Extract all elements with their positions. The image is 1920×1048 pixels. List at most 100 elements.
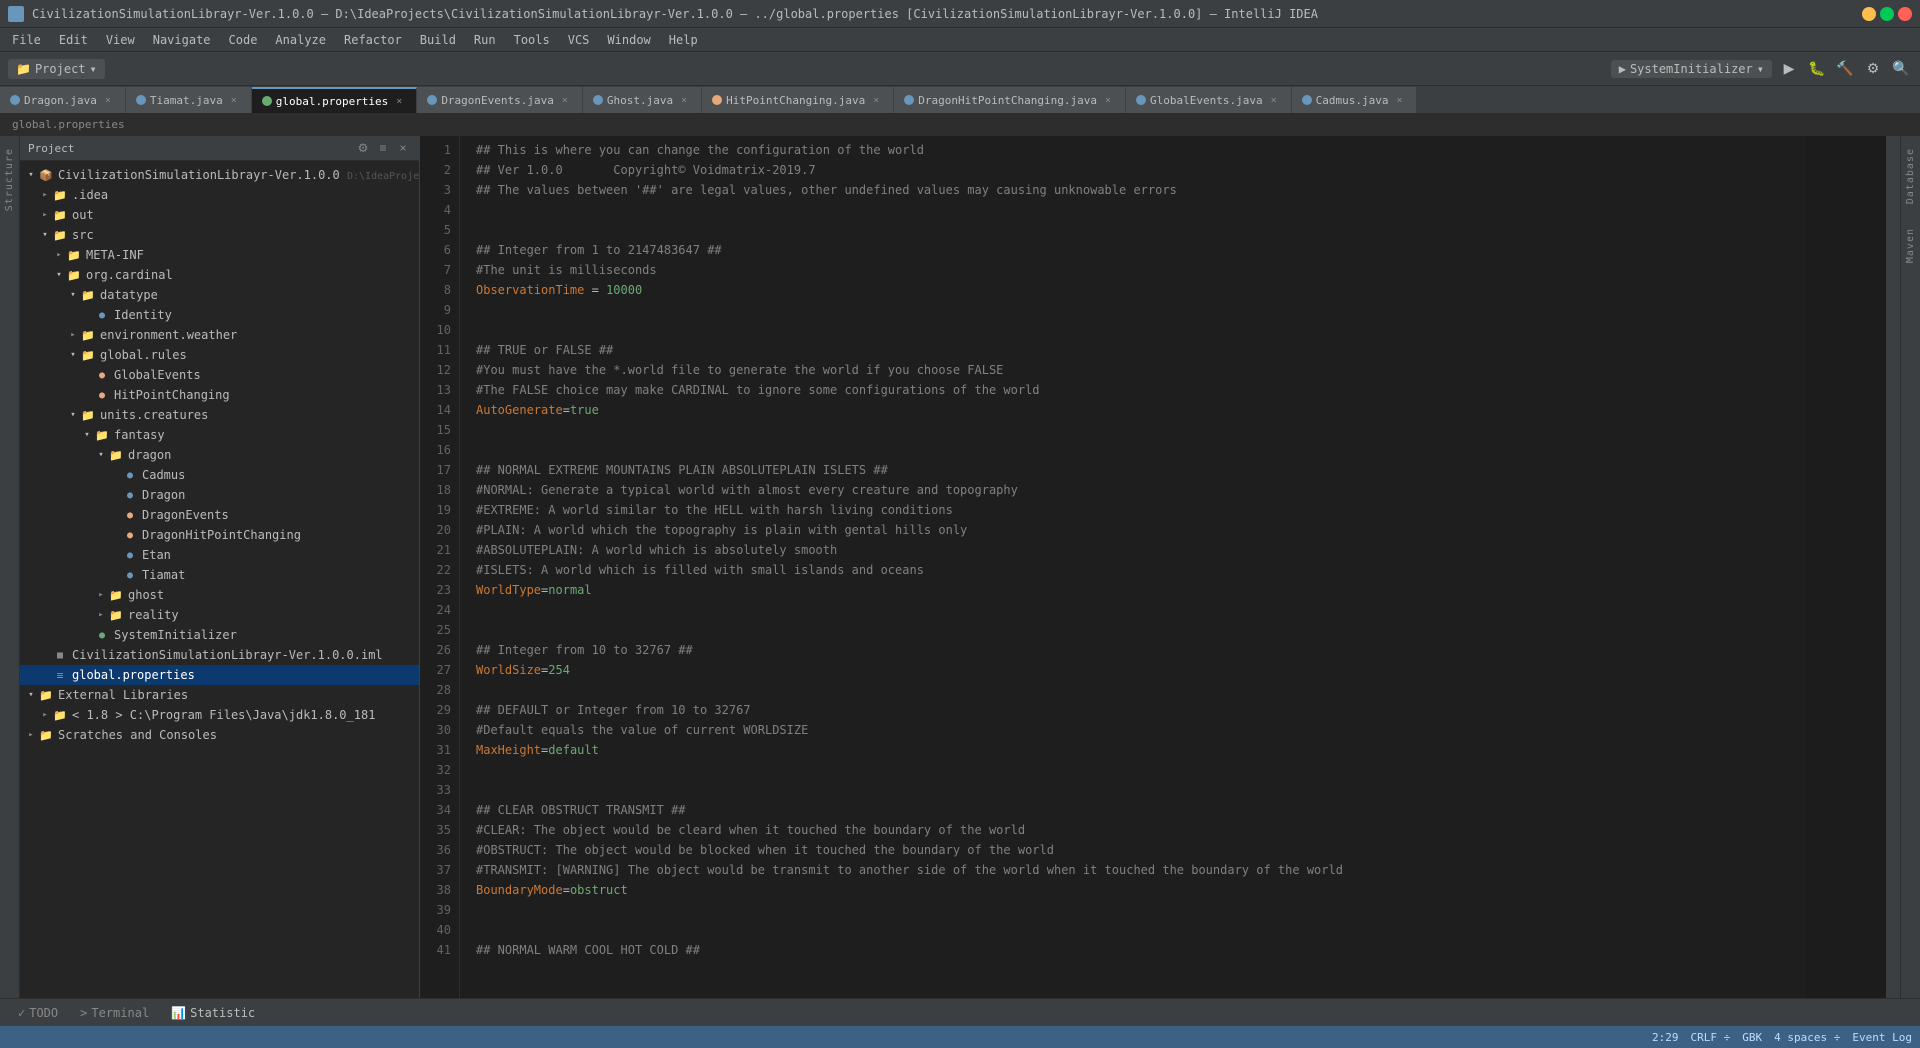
build-button[interactable]: 🔨 [1834,58,1856,80]
menu-item-window[interactable]: Window [599,31,658,49]
code-view[interactable]: ## This is where you can change the conf… [460,136,1806,998]
tree-item-2[interactable]: ▸📁out [20,205,419,225]
tree-item-26[interactable]: ▾📁External Libraries [20,685,419,705]
tab-close-7[interactable]: × [1267,93,1281,107]
comment-text-3: ## The values between '##' are legal val… [476,183,1177,197]
menu-item-edit[interactable]: Edit [51,31,96,49]
tree-item-9[interactable]: ▾📁global.rules [20,345,419,365]
menu-item-build[interactable]: Build [412,31,464,49]
tree-arrow-16 [108,488,122,502]
menu-item-tools[interactable]: Tools [506,31,558,49]
debug-button[interactable]: 🐛 [1806,58,1828,80]
val-27: 254 [548,663,570,677]
sidebar-action-1[interactable]: ⚙ [355,140,371,156]
tree-item-11[interactable]: ●HitPointChanging [20,385,419,405]
tab-8[interactable]: Cadmus.java× [1292,87,1418,113]
tree-label-16: Dragon [142,488,185,502]
menu-item-refactor[interactable]: Refactor [336,31,410,49]
tab-close-6[interactable]: × [1101,93,1115,107]
menu-item-help[interactable]: Help [661,31,706,49]
tree-icon-24: ■ [52,647,68,663]
menu-item-file[interactable]: File [4,31,49,49]
tree-item-15[interactable]: ●Cadmus [20,465,419,485]
tree-item-7[interactable]: ●Identity [20,305,419,325]
maven-tab[interactable]: Maven [1903,224,1918,267]
settings-button[interactable]: ⚙ [1862,58,1884,80]
tree-item-20[interactable]: ●Tiamat [20,565,419,585]
tree-item-25[interactable]: ≡global.properties [20,665,419,685]
close-button[interactable] [1898,7,1912,21]
tree-item-24[interactable]: ■CivilizationSimulationLibrayr-Ver.1.0.0… [20,645,419,665]
maximize-button[interactable] [1880,7,1894,21]
tab-close-4[interactable]: × [677,93,691,107]
tree-item-27[interactable]: ▸📁< 1.8 > C:\Program Files\Java\jdk1.8.0… [20,705,419,725]
run-config-selector[interactable]: ▶ SystemInitializer ▾ [1611,60,1772,78]
database-tab[interactable]: Database [1903,144,1918,208]
line-num-31: 31 [428,740,451,760]
line-num-8: 8 [428,280,451,300]
line-num-28: 28 [428,680,451,700]
sidebar: Project ⚙ ≡ × ▾📦CivilizationSimulationLi… [20,136,420,998]
tab-icon-4 [593,95,603,105]
menu-item-run[interactable]: Run [466,31,504,49]
event-log[interactable]: Event Log [1852,1031,1912,1044]
tree-arrow-25 [38,668,52,682]
file-tree: ▾📦CivilizationSimulationLibrayr-Ver.1.0.… [20,161,419,998]
code-line-38: BoundaryMode=obstruct [460,880,1806,900]
tree-label-10: GlobalEvents [114,368,201,382]
tree-item-4[interactable]: ▸📁META-INF [20,245,419,265]
tree-arrow-6: ▾ [66,288,80,302]
tree-item-22[interactable]: ▸📁reality [20,605,419,625]
tree-item-23[interactable]: ●SystemInitializer [20,625,419,645]
tree-item-17[interactable]: ●DragonEvents [20,505,419,525]
minimize-button[interactable] [1862,7,1876,21]
bottom-tab-todo[interactable]: ✓TODO [8,1003,68,1023]
tree-item-28[interactable]: ▸📁Scratches and Consoles [20,725,419,745]
tree-item-21[interactable]: ▸📁ghost [20,585,419,605]
tree-item-12[interactable]: ▾📁units.creatures [20,405,419,425]
bottom-tab-terminal[interactable]: >Terminal [70,1003,159,1023]
tree-item-1[interactable]: ▸📁.idea [20,185,419,205]
sidebar-action-3[interactable]: × [395,140,411,156]
code-line-8: ObservationTime = 10000 [460,280,1806,300]
tab-3[interactable]: DragonEvents.java× [417,87,583,113]
tree-item-3[interactable]: ▾📁src [20,225,419,245]
run-button[interactable]: ▶ [1778,58,1800,80]
tab-close-1[interactable]: × [227,93,241,107]
menu-item-view[interactable]: View [98,31,143,49]
search-button[interactable]: 🔍 [1890,58,1912,80]
tab-5[interactable]: HitPointChanging.java× [702,87,894,113]
tree-arrow-18 [108,528,122,542]
tab-4[interactable]: Ghost.java× [583,87,702,113]
tree-item-6[interactable]: ▾📁datatype [20,285,419,305]
tab-0[interactable]: Dragon.java× [0,87,126,113]
menu-item-navigate[interactable]: Navigate [145,31,219,49]
bottom-tab-statistic[interactable]: 📊Statistic [161,1003,265,1023]
sidebar-action-2[interactable]: ≡ [375,140,391,156]
menu-item-analyze[interactable]: Analyze [267,31,334,49]
tree-item-14[interactable]: ▾📁dragon [20,445,419,465]
tab-close-5[interactable]: × [869,93,883,107]
tree-item-13[interactable]: ▾📁fantasy [20,425,419,445]
tree-item-19[interactable]: ●Etan [20,545,419,565]
project-selector[interactable]: 📁 Project ▾ [8,59,105,79]
tab-1[interactable]: Tiamat.java× [126,87,252,113]
tab-2[interactable]: global.properties× [252,87,418,113]
tree-item-16[interactable]: ●Dragon [20,485,419,505]
structure-tab[interactable]: Structure [2,144,17,215]
tab-close-0[interactable]: × [101,93,115,107]
tree-item-0[interactable]: ▾📦CivilizationSimulationLibrayr-Ver.1.0.… [20,165,419,185]
tree-item-5[interactable]: ▾📁org.cardinal [20,265,419,285]
tree-label-5: org.cardinal [86,268,173,282]
tab-close-8[interactable]: × [1392,93,1406,107]
tab-6[interactable]: DragonHitPointChanging.java× [894,87,1126,113]
tree-item-8[interactable]: ▸📁environment.weather [20,325,419,345]
tab-close-3[interactable]: × [558,93,572,107]
tab-7[interactable]: GlobalEvents.java× [1126,87,1292,113]
tab-close-2[interactable]: × [392,94,406,108]
tree-arrow-11 [80,388,94,402]
menu-item-code[interactable]: Code [221,31,266,49]
tree-item-10[interactable]: ●GlobalEvents [20,365,419,385]
tree-item-18[interactable]: ●DragonHitPointChanging [20,525,419,545]
menu-item-vcs[interactable]: VCS [560,31,598,49]
